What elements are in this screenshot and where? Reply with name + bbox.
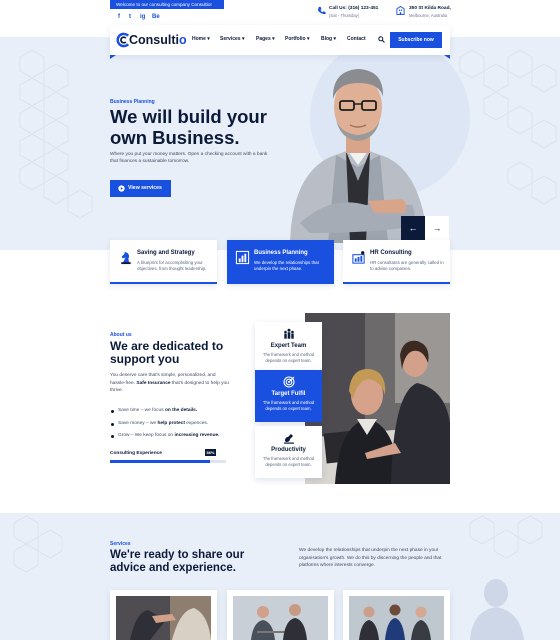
nav-services[interactable]: Services ▾ bbox=[220, 36, 244, 42]
nav-home[interactable]: Home ▾ bbox=[192, 36, 210, 42]
card-text: The framework and method depends on expe… bbox=[262, 352, 315, 363]
service-card[interactable] bbox=[227, 590, 334, 640]
card-text: The framework and method depends on expe… bbox=[262, 456, 315, 467]
list-bullet bbox=[111, 423, 114, 426]
services-kicker: Services bbox=[110, 541, 131, 547]
services-title: We're ready to share our advice and expe… bbox=[110, 549, 245, 574]
building-icon bbox=[396, 6, 405, 15]
chess-knight-icon bbox=[121, 251, 131, 265]
feature-title: Saving and Strategy bbox=[137, 250, 195, 256]
search-icon[interactable] bbox=[378, 36, 385, 43]
hero-description: Where you put your money matters. Open a… bbox=[110, 152, 268, 164]
nav-contact[interactable]: Contact bbox=[347, 36, 366, 42]
play-circle-icon bbox=[118, 185, 125, 192]
target-icon bbox=[282, 376, 295, 388]
expert-team-card[interactable]: Expert Team The framework and method dep… bbox=[255, 322, 322, 374]
card-text: The framework and method depends on expe… bbox=[262, 400, 315, 411]
list-bullet bbox=[111, 410, 114, 413]
about-title: We are dedicated to support you bbox=[110, 339, 224, 366]
card-title: Target Fulfil bbox=[271, 391, 306, 397]
feature-underline bbox=[110, 282, 217, 284]
feature-text: A blueprint for accomplishing your objec… bbox=[137, 260, 207, 272]
handshake-photo bbox=[110, 590, 217, 640]
feature-card-saving-strategy[interactable]: Saving and Strategy A blueprint for acco… bbox=[110, 240, 217, 284]
bar-chart-icon bbox=[235, 250, 250, 265]
productivity-card[interactable]: Productivity The framework and method de… bbox=[255, 426, 322, 478]
feature-card-hr-consulting[interactable]: HR Consulting HR consultants are general… bbox=[343, 240, 450, 284]
list-item: Save money – we help protect expences. bbox=[118, 421, 209, 426]
nav-portfolio[interactable]: Portfolio ▾ bbox=[285, 36, 309, 42]
hero-next-button[interactable]: → bbox=[425, 216, 449, 240]
main-navbar: Consultio Home ▾ Services ▾ Pages ▾ Port… bbox=[110, 25, 450, 55]
feature-text: We develop the relationships that underp… bbox=[254, 260, 319, 272]
subscribe-button[interactable]: Subscribe now bbox=[390, 32, 442, 48]
about-description: You deserve care that's simple, personal… bbox=[110, 373, 229, 393]
target-fulfil-card[interactable]: Target Fulfil The framework and method d… bbox=[255, 370, 322, 422]
feature-text: HR consultants are generally called in t… bbox=[370, 260, 444, 272]
org-chart-icon bbox=[352, 251, 365, 264]
experience-percent-badge: 86% bbox=[205, 449, 216, 456]
businessman-photo bbox=[290, 69, 428, 243]
hero-title: We will build your own Business. bbox=[110, 106, 267, 148]
hero-prev-button[interactable]: ← bbox=[401, 216, 425, 240]
phone-icon bbox=[317, 6, 326, 15]
nav-blog[interactable]: Blog ▾ bbox=[321, 36, 336, 42]
phone-hours: (Sat - Thursday) bbox=[329, 13, 360, 18]
nav-pages[interactable]: Pages ▾ bbox=[256, 36, 275, 42]
feature-title: Business Planning bbox=[254, 250, 308, 256]
behance-icon[interactable]: Be bbox=[152, 13, 160, 21]
service-card[interactable] bbox=[110, 590, 217, 640]
welcome-banner: Welcome to our consulting company Consul… bbox=[110, 0, 224, 9]
productivity-icon bbox=[283, 434, 294, 444]
phone-number[interactable]: Call Us: (316) 123-451 bbox=[329, 6, 378, 11]
instagram-icon[interactable]: ig bbox=[140, 13, 145, 21]
twitter-icon[interactable]: t bbox=[129, 13, 131, 21]
address-line: 350 St Kilda Road, bbox=[409, 6, 451, 11]
experience-label: Consulting Experience bbox=[110, 451, 162, 456]
feature-card-business-planning[interactable]: Business Planning We develop the relatio… bbox=[227, 240, 334, 284]
address-city: Melbourne, Australia bbox=[409, 13, 448, 18]
meeting-photo bbox=[227, 590, 334, 640]
team-photo bbox=[343, 590, 450, 640]
logo-wordmark[interactable]: Consultio bbox=[129, 33, 187, 47]
list-item: Save time – we focus on the details. bbox=[118, 408, 198, 413]
experience-bar-fill bbox=[110, 460, 210, 463]
feature-title: HR Consulting bbox=[370, 250, 412, 256]
card-title: Expert Team bbox=[270, 343, 307, 349]
hero-kicker: Business Planning bbox=[110, 99, 155, 105]
card-title: Productivity bbox=[271, 447, 306, 453]
about-kicker: About us bbox=[110, 332, 132, 338]
list-bullet bbox=[111, 435, 114, 438]
services-description: We develop the relationships that underp… bbox=[299, 548, 442, 568]
service-card[interactable] bbox=[343, 590, 450, 640]
team-icon bbox=[283, 328, 294, 339]
office-photo bbox=[305, 313, 450, 484]
feature-underline bbox=[343, 282, 450, 284]
list-item: Grow – We keep focus on increasing reven… bbox=[118, 433, 220, 438]
facebook-icon[interactable]: f bbox=[118, 13, 120, 21]
